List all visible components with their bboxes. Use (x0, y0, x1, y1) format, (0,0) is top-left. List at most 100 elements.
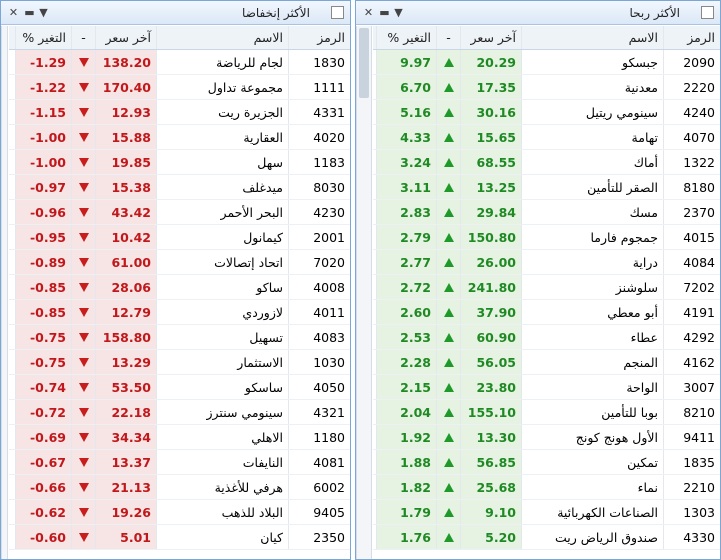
table-row[interactable]: 8210 بوبا للتأمين 155.10 2.04 (373, 400, 720, 425)
dropdown-icon[interactable]: ▼ (392, 6, 405, 19)
arrow-cell (436, 400, 460, 424)
last-price: 68.55 (460, 150, 521, 174)
scroll-thumb[interactable] (359, 28, 369, 98)
down-arrow-icon (78, 183, 89, 192)
table-row[interactable]: 1835 تمكين 56.85 1.88 (373, 450, 720, 475)
table-row[interactable]: 4230 البحر الأحمر 43.42 -0.96 (9, 200, 350, 225)
change-percent: -1.15 (15, 100, 71, 124)
table-row[interactable]: 4083 تسهيل 158.80 -0.75 (9, 325, 350, 350)
change-percent: -1.00 (15, 150, 71, 174)
table-row[interactable]: 9405 البلاد للذهب 19.26 -0.62 (9, 500, 350, 525)
header-price[interactable]: آخر سعر (460, 26, 521, 49)
arrow-cell (436, 375, 460, 399)
up-arrow-icon (443, 208, 454, 217)
stock-name: نماء (521, 475, 663, 499)
table-row[interactable]: 4020 العقارية 15.88 -1.00 (9, 125, 350, 150)
down-arrow-icon (78, 283, 89, 292)
table-row[interactable]: 1180 الاهلي 34.34 -0.69 (9, 425, 350, 450)
table-row[interactable]: 4050 ساسكو 53.50 -0.74 (9, 375, 350, 400)
stock-name: تهامة (521, 125, 663, 149)
table-row[interactable]: 9411 الأول هونج كونج 13.30 1.92 (373, 425, 720, 450)
table-row[interactable]: 1303 الصناعات الكهربائية 9.10 1.79 (373, 500, 720, 525)
last-price: 19.85 (95, 150, 156, 174)
stock-name: مجموعة تداول (156, 75, 288, 99)
header-arrow[interactable]: - (71, 26, 95, 49)
table-row[interactable]: 4321 سينومي سنترز 22.18 -0.72 (9, 400, 350, 425)
stock-name: سلوشنز (521, 275, 663, 299)
up-arrow-icon (443, 358, 454, 367)
stock-code: 4008 (288, 275, 350, 299)
checkbox-icon[interactable] (331, 6, 344, 19)
table-row[interactable]: 4070 تهامة 15.65 4.33 (373, 125, 720, 150)
stock-name: بوبا للتأمين (521, 400, 663, 424)
header-name[interactable]: الاسم (156, 26, 288, 49)
stock-name: أماك (521, 150, 663, 174)
last-price: 9.10 (460, 500, 521, 524)
last-price: 13.37 (95, 450, 156, 474)
table-row[interactable]: 2001 كيمانول 10.42 -0.95 (9, 225, 350, 250)
table-row[interactable]: 8180 الصقر للتأمين 13.25 3.11 (373, 175, 720, 200)
gainers-table: الرمز الاسم آخر سعر - التغير % 2090 جبسكو… (373, 26, 720, 550)
change-percent: 1.92 (376, 425, 436, 449)
table-row[interactable]: 4162 المنجم 56.05 2.28 (373, 350, 720, 375)
table-row[interactable]: 4011 لازوردي 12.79 -0.85 (9, 300, 350, 325)
arrow-cell (71, 350, 95, 374)
table-row[interactable]: 8030 ميدغلف 15.38 -0.97 (9, 175, 350, 200)
arrow-cell (436, 250, 460, 274)
table-row[interactable]: 2210 نماء 25.68 1.82 (373, 475, 720, 500)
last-price: 61.00 (95, 250, 156, 274)
table-row[interactable]: 4084 دراية 26.00 2.77 (373, 250, 720, 275)
table-row[interactable]: 4191 أبو معطي 37.90 2.60 (373, 300, 720, 325)
arrow-cell (436, 275, 460, 299)
stock-name: كيان (156, 525, 288, 549)
minimize-icon[interactable]: ▬ (378, 6, 391, 19)
table-row[interactable]: 2220 معدنية 17.35 6.70 (373, 75, 720, 100)
table-row[interactable]: 2370 مسك 29.84 2.83 (373, 200, 720, 225)
losers-titlebar: ✕ ▬ ▼ الأكثر إنخفاضا (1, 1, 350, 25)
header-price[interactable]: آخر سعر (95, 26, 156, 49)
down-arrow-icon (78, 308, 89, 317)
table-row[interactable]: 4240 سينومي ريتيل 30.16 5.16 (373, 100, 720, 125)
table-row[interactable]: 4008 ساكو 28.06 -0.85 (9, 275, 350, 300)
table-row[interactable]: 1030 الاستثمار 13.29 -0.75 (9, 350, 350, 375)
header-code[interactable]: الرمز (663, 26, 720, 49)
arrow-cell (71, 325, 95, 349)
scrollbar[interactable] (356, 26, 372, 559)
table-row[interactable]: 7020 اتحاد إتصالات 61.00 -0.89 (9, 250, 350, 275)
table-row[interactable]: 3007 الواحة 23.80 2.15 (373, 375, 720, 400)
checkbox-icon[interactable] (701, 6, 714, 19)
dropdown-icon[interactable]: ▼ (37, 6, 50, 19)
table-row[interactable]: 4292 عطاء 60.90 2.53 (373, 325, 720, 350)
table-row[interactable]: 4331 الجزيرة ريت 12.93 -1.15 (9, 100, 350, 125)
change-percent: 1.79 (376, 500, 436, 524)
header-name[interactable]: الاسم (521, 26, 663, 49)
table-row[interactable]: 4330 صندوق الرياض ريت 5.20 1.76 (373, 525, 720, 550)
up-arrow-icon (443, 158, 454, 167)
stock-name: النايفات (156, 450, 288, 474)
stock-name: سينومي سنترز (156, 400, 288, 424)
down-arrow-icon (78, 458, 89, 467)
header-arrow[interactable]: - (436, 26, 460, 49)
up-arrow-icon (443, 108, 454, 117)
table-row[interactable]: 7202 سلوشنز 241.80 2.72 (373, 275, 720, 300)
last-price: 241.80 (460, 275, 521, 299)
close-icon[interactable]: ✕ (362, 6, 375, 19)
header-code[interactable]: الرمز (288, 26, 350, 49)
stock-code: 2210 (663, 475, 720, 499)
header-change[interactable]: التغير % (376, 26, 436, 49)
table-row[interactable]: 2350 كيان 5.01 -0.60 (9, 525, 350, 550)
table-row[interactable]: 1830 لجام للرياضة 138.20 -1.29 (9, 50, 350, 75)
stock-code: 4081 (288, 450, 350, 474)
scrollbar[interactable] (1, 26, 8, 559)
table-row[interactable]: 4081 النايفات 13.37 -0.67 (9, 450, 350, 475)
stock-name: عطاء (521, 325, 663, 349)
minimize-icon[interactable]: ▬ (23, 6, 36, 19)
table-row[interactable]: 1183 سهل 19.85 -1.00 (9, 150, 350, 175)
table-row[interactable]: 1111 مجموعة تداول 170.40 -1.22 (9, 75, 350, 100)
close-icon[interactable]: ✕ (7, 6, 20, 19)
table-row[interactable]: 4015 جمجوم فارما 150.80 2.79 (373, 225, 720, 250)
table-row[interactable]: 1322 أماك 68.55 3.24 (373, 150, 720, 175)
table-row[interactable]: 6002 هرفي للأغذية 21.13 -0.66 (9, 475, 350, 500)
table-row[interactable]: 2090 جبسكو 20.29 9.97 (373, 50, 720, 75)
header-change[interactable]: التغير % (15, 26, 71, 49)
